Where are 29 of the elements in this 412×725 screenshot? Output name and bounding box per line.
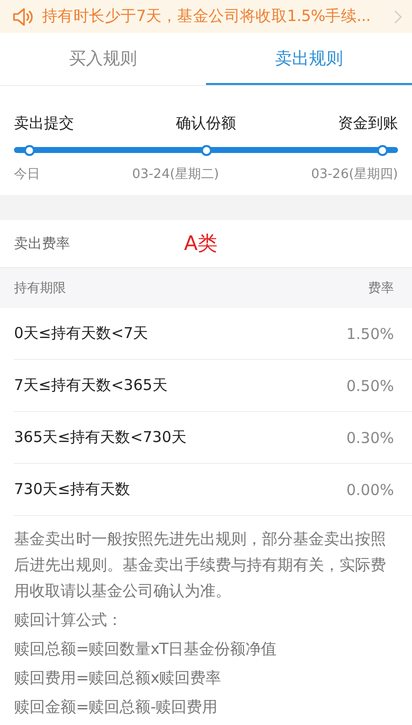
tab[interactable]: 卖出规则 [206,33,412,85]
annotation-text: A类 [184,230,218,257]
step-date: 今日 [14,166,40,183]
table-cell: 1.50% [346,324,394,342]
note-text: 基金卖出时一般按照先进先出规则，部分基金卖出按照后进先出规则。基金卖出手续费与持有期有关，实际费用收取请以基金公司确认为准。 [14,529,387,602]
column-header: 持有期限 [14,280,66,297]
tab[interactable]: 买入规则 [0,33,206,85]
note-text: 赎回金额=赎回总额-赎回费用 [14,697,219,718]
notice-text: 持有时长少于7天，基金公司将收取1.5%手续... [42,6,372,27]
speaker-icon [12,6,34,26]
section-title: 卖出费率 [14,234,71,252]
table-cell: 0天≤持有天数<7天 [14,324,148,343]
chevron-right-icon [394,10,402,24]
table-cell: 0.30% [346,428,394,446]
note-text: 赎回总额=赎回数量xT日基金份额净值 [14,639,278,660]
table-cell: 7天≤持有天数<365天 [14,376,168,395]
table-cell: 0.50% [346,376,394,394]
table-cell: 730天≤持有天数 [14,480,130,499]
note-text: 赎回计算公式： [14,610,124,631]
note-text: 赎回费用=赎回总额x赎回费率 [14,668,222,689]
step-title: 确认份额 [176,114,236,133]
column-header: 费率 [368,280,394,297]
table-cell: 365天≤持有天数<730天 [14,428,186,447]
step-date: 03-26(星期四) [311,166,398,183]
step-title: 资金到账 [338,114,398,133]
table-cell: 0.00% [346,480,394,498]
step-date: 03-24(星期二) [132,166,219,183]
notice-bar[interactable]: 持有时长少于7天，基金公司将收取1.5%手续... [0,0,412,33]
step-title: 卖出提交 [14,114,74,133]
